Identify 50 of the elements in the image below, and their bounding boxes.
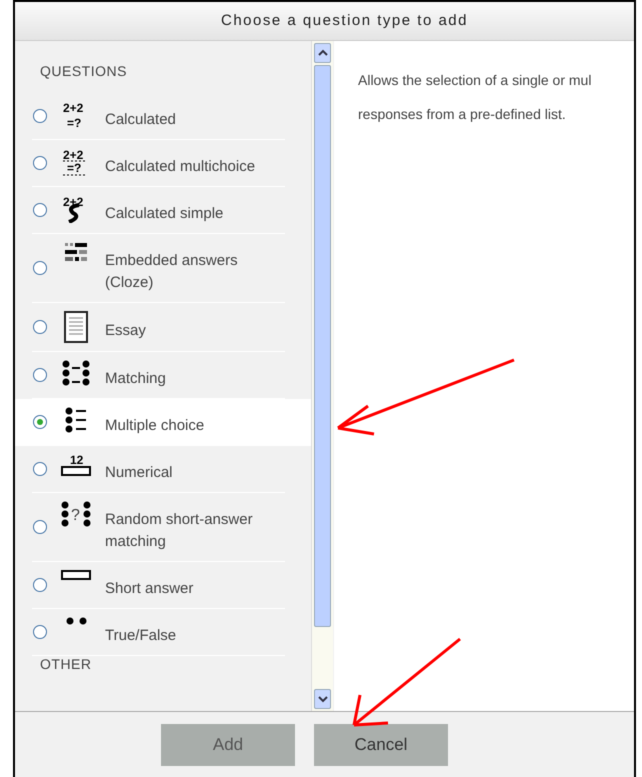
radio-button[interactable] <box>33 462 47 476</box>
question-type-option[interactable]: Embedded answers (Cloze) <box>32 234 285 303</box>
option-label: Essay <box>105 321 146 341</box>
formula-icon: 2+2 =? <box>62 101 90 129</box>
radio-button[interactable] <box>33 203 47 217</box>
question-type-option[interactable]: Short answer <box>32 562 285 609</box>
scroll-up-button[interactable] <box>314 43 331 63</box>
option-label: Multiple choice <box>105 416 204 436</box>
option-label: True/False <box>105 626 176 646</box>
radio-button[interactable] <box>33 320 47 334</box>
option-label: Matching <box>105 369 166 389</box>
option-label: Random short-answer matching <box>105 510 254 552</box>
matching-icon <box>62 360 90 386</box>
radio-button[interactable] <box>33 156 47 170</box>
question-type-option[interactable]: 12 Numerical <box>32 446 285 493</box>
section-heading: QUESTIONS <box>39 63 128 81</box>
chevron-down-icon <box>318 695 328 703</box>
question-type-option[interactable]: Multiple choice <box>15 399 311 446</box>
question-type-option[interactable]: ? Random short-answer matching <box>32 493 285 562</box>
cancel-button[interactable]: Cancel <box>314 724 448 766</box>
option-label: Calculated simple <box>105 204 224 224</box>
section-heading: OTHER <box>39 656 92 674</box>
dialog-title: Choose a question type to add <box>15 2 634 41</box>
option-label: Short answer <box>105 579 194 599</box>
radio-button[interactable] <box>33 578 47 592</box>
scrollbar-thumb[interactable] <box>314 65 331 627</box>
radio-button[interactable] <box>33 415 47 429</box>
option-label: Calculated multichoice <box>105 157 256 177</box>
chevron-up-icon <box>318 49 328 57</box>
description-text: Allows the selection of a single or mul <box>358 71 592 90</box>
scrollbar[interactable] <box>311 41 333 711</box>
description-text: responses from a pre-defined list. <box>358 105 567 124</box>
radio-button[interactable] <box>33 520 47 534</box>
option-label: Calculated <box>105 110 176 130</box>
blocks-icon <box>64 242 88 261</box>
question-type-option[interactable]: 2+2 =? Calculated multichoice <box>32 140 285 187</box>
radio-button[interactable] <box>33 368 47 382</box>
question-type-option[interactable]: True/False <box>32 609 285 656</box>
document-icon <box>64 311 88 343</box>
text-field-icon <box>61 570 91 580</box>
radio-button[interactable] <box>33 261 47 275</box>
question-type-option[interactable]: Essay <box>32 303 285 352</box>
radio-button[interactable] <box>33 109 47 123</box>
option-label: Numerical <box>105 463 173 483</box>
two-dots-icon <box>66 617 86 625</box>
radio-button[interactable] <box>33 625 47 639</box>
list-icon <box>65 407 87 433</box>
scroll-down-button[interactable] <box>314 689 331 709</box>
option-label: Embedded answers (Cloze) <box>105 251 239 293</box>
question-type-option[interactable]: 2+2 =? Calculated <box>32 93 285 140</box>
